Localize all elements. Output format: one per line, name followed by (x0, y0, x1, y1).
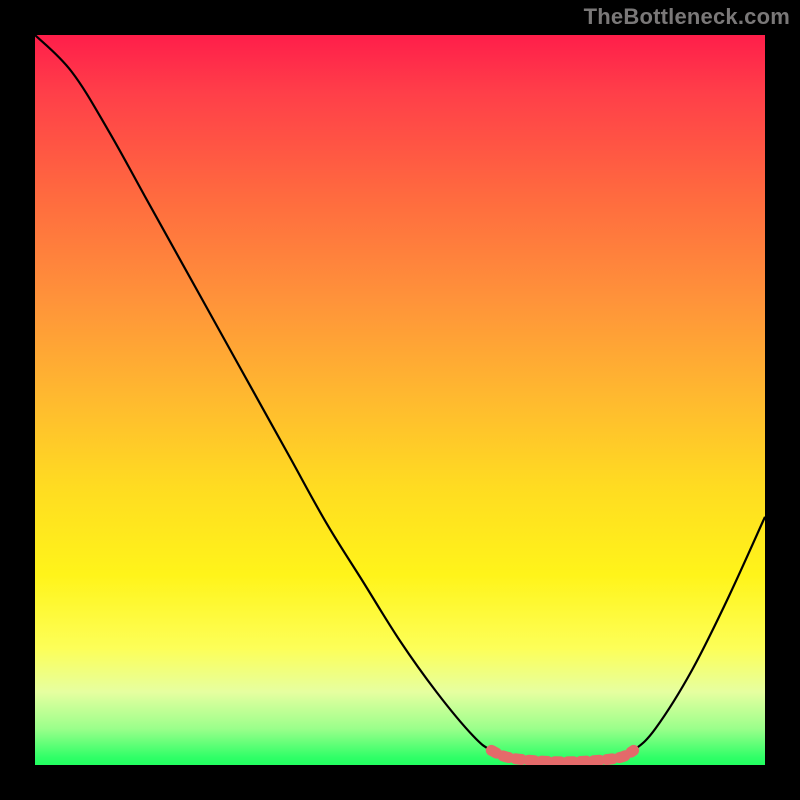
plot-area (35, 35, 765, 765)
curve-layer (35, 35, 765, 765)
chart-frame: TheBottleneck.com (0, 0, 800, 800)
accent-curve (491, 750, 633, 761)
main-curve (35, 35, 765, 762)
watermark-text: TheBottleneck.com (584, 4, 790, 30)
